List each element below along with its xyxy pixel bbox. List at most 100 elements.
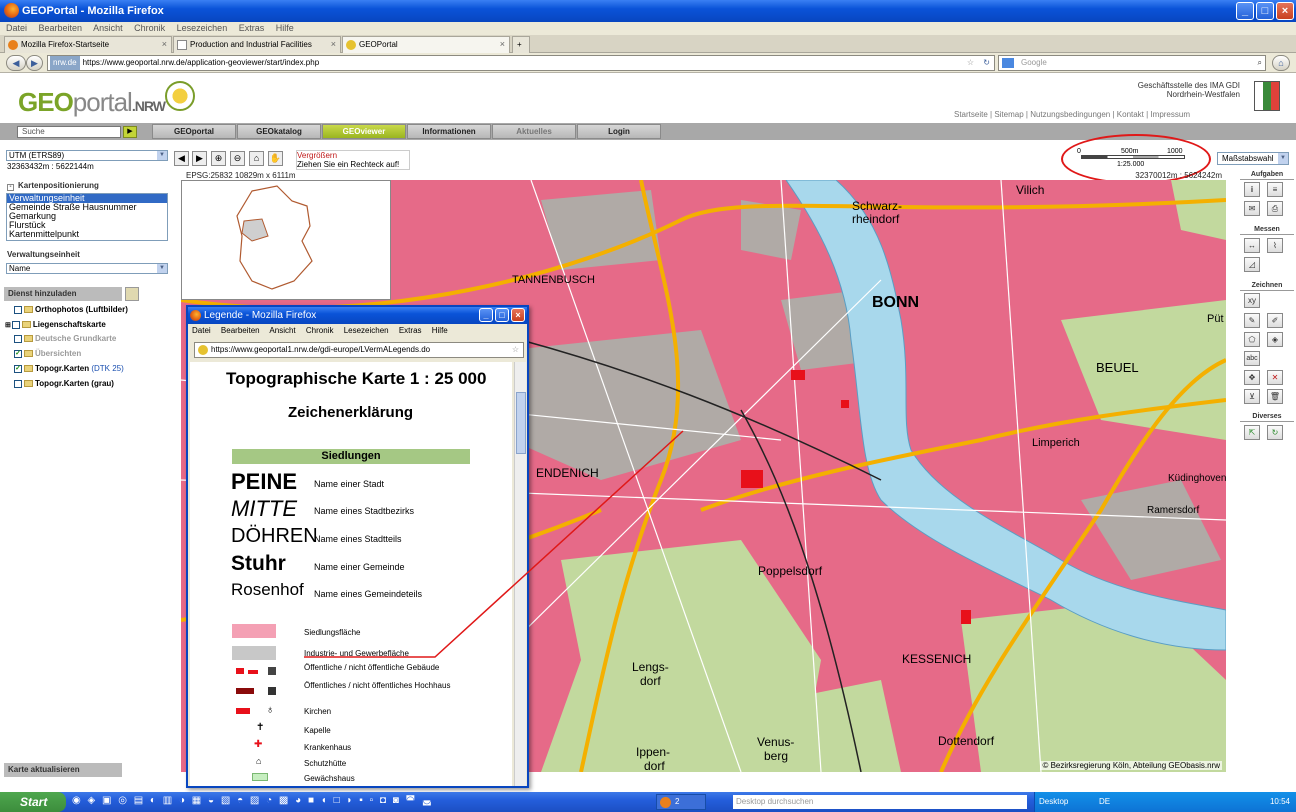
add-service-icon[interactable] <box>125 287 139 301</box>
popup-title-bar[interactable]: Legende - Mozilla Firefox _ □ × <box>188 307 527 324</box>
layer-uebersichten[interactable]: ✓ Übersichten <box>5 349 81 359</box>
tab-close-icon[interactable]: × <box>331 37 336 52</box>
menu-geoviewer[interactable]: GEOviewer <box>322 124 406 139</box>
quick-launch-icons[interactable]: ◉ ◈ ▣ ◎ ▤ ◐ ▥ ◑ ▦ ◒ ▧ ◓ ▨ ◔ ▩ ◕ ■ ◖ □ ◗ … <box>72 795 434 806</box>
layer-checkbox[interactable]: ✓ <box>14 364 22 373</box>
pan-back-icon[interactable]: ◀ <box>174 151 189 166</box>
draw-line-icon[interactable]: ✎ <box>1244 313 1260 328</box>
google-engine-icon[interactable] <box>1002 58 1014 68</box>
bookmark-star-icon[interactable]: ☆ <box>967 56 974 70</box>
maximize-button[interactable]: □ <box>1256 2 1274 20</box>
new-tab-button[interactable]: + <box>512 36 530 53</box>
list-item[interactable]: Kartenmittelpunkt <box>7 230 167 239</box>
tab-close-icon[interactable]: × <box>500 37 505 52</box>
draw-polygon-icon[interactable]: ⬠ <box>1244 332 1260 347</box>
menu-geokatalog[interactable]: GEOkatalog <box>237 124 321 139</box>
draw-coords-icon[interactable]: xy <box>1244 293 1260 308</box>
tab-geoportal[interactable]: GEOPortal × <box>342 36 510 53</box>
positioning-title[interactable]: - Kartenpositionierung <box>7 181 99 191</box>
zoom-in-icon[interactable]: ⊕ <box>211 151 226 166</box>
pan-forward-icon[interactable]: ▶ <box>192 151 207 166</box>
layer-checkbox[interactable]: ✓ <box>14 349 22 358</box>
legend-popup-window[interactable]: Legende - Mozilla Firefox _ □ × Datei Be… <box>186 305 529 788</box>
popup-scrollbar[interactable] <box>514 362 526 786</box>
pan-hand-icon[interactable]: ✋ <box>268 151 283 166</box>
menu-lesezeichen[interactable]: Lesezeichen <box>344 326 389 335</box>
layer-topogr-karten[interactable]: ✓ Topogr.Karten (DTK 25) <box>5 364 124 374</box>
language-indicator[interactable]: DE <box>1099 792 1110 812</box>
expand-icon[interactable]: ⊞ <box>5 322 11 329</box>
print-icon[interactable]: ⎙ <box>1267 201 1283 216</box>
tab-firefox-start[interactable]: Mozilla Firefox-Startseite × <box>4 36 172 53</box>
layer-orthophotos[interactable]: Orthophotos (Luftbilder) <box>5 305 128 315</box>
desktop-search-input[interactable]: Desktop durchsuchen <box>733 795 1027 809</box>
positioning-listbox[interactable]: Verwaltungseinheit Gemeinde Straße Hausn… <box>6 193 168 241</box>
draw-text-icon[interactable]: abc <box>1244 351 1260 366</box>
menu-bearbeiten[interactable]: Bearbeiten <box>39 23 83 33</box>
zoom-out-icon[interactable]: ⊖ <box>230 151 245 166</box>
taskbar-firefox-group[interactable]: 2 <box>656 794 706 810</box>
move-icon[interactable]: ✥ <box>1244 370 1260 385</box>
search-bar[interactable]: Google ⌕ <box>998 55 1266 71</box>
delete-drawing-icon[interactable]: ✕ <box>1267 370 1283 385</box>
menu-aktuelles[interactable]: Aktuelles <box>492 124 576 139</box>
popup-minimize-button[interactable]: _ <box>479 308 493 322</box>
forward-button[interactable]: ▶ <box>26 55 43 71</box>
menu-lesezeichen[interactable]: Lesezeichen <box>177 23 228 33</box>
overview-map[interactable] <box>181 180 391 300</box>
menu-chronik[interactable]: Chronik <box>306 326 334 335</box>
clock[interactable]: 10:54 <box>1270 797 1290 806</box>
reload-icon[interactable]: ↻ <box>983 56 990 70</box>
measure-path-icon[interactable]: ⌇ <box>1267 238 1283 253</box>
site-search-input[interactable]: Suche <box>17 126 121 138</box>
home-button[interactable]: ⌂ <box>1272 55 1290 71</box>
info-icon[interactable]: i <box>1244 182 1260 197</box>
window-title-bar[interactable]: GEOPortal - Mozilla Firefox _ □ × <box>0 0 1296 22</box>
layer-topogr-karten-grau[interactable]: Topogr.Karten (grau) <box>5 379 114 389</box>
minimize-button[interactable]: _ <box>1236 2 1254 20</box>
menu-datei[interactable]: Datei <box>6 23 27 33</box>
scrollbar-thumb[interactable] <box>516 392 526 454</box>
measure-area-icon[interactable]: ◿ <box>1244 257 1260 272</box>
layer-checkbox[interactable] <box>11 320 20 329</box>
popup-close-button[interactable]: × <box>511 308 525 322</box>
clear-icon[interactable]: ⊻ <box>1244 389 1260 404</box>
desktop-toolbar-label[interactable]: Desktop <box>1039 792 1068 812</box>
edit-polygon-icon[interactable]: ◈ <box>1267 332 1283 347</box>
popup-maximize-button[interactable]: □ <box>495 308 509 322</box>
layer-checkbox[interactable] <box>14 334 22 343</box>
back-button[interactable]: ◀ <box>6 55 26 71</box>
search-go-icon[interactable]: ⌕ <box>1258 56 1262 70</box>
site-search-button[interactable]: ▶ <box>123 126 137 138</box>
top-links[interactable]: Startseite | Sitemap | Nutzungsbedingung… <box>954 110 1190 119</box>
menu-hilfe[interactable]: Hilfe <box>432 326 448 335</box>
close-button[interactable]: × <box>1276 2 1294 20</box>
menu-ansicht[interactable]: Ansicht <box>269 326 295 335</box>
bookmark-star-icon[interactable]: ☆ <box>512 343 519 357</box>
menu-chronik[interactable]: Chronik <box>134 23 165 33</box>
menu-datei[interactable]: Datei <box>192 326 211 335</box>
menu-hilfe[interactable]: Hilfe <box>276 23 294 33</box>
crs-select[interactable]: UTM (ETRS89) ▼ <box>6 150 168 161</box>
site-identity[interactable]: nrw.de <box>50 56 80 70</box>
measure-distance-icon[interactable]: ↔ <box>1244 238 1260 253</box>
layer-checkbox[interactable] <box>14 305 22 314</box>
start-button[interactable]: Start <box>0 792 66 812</box>
popup-url-bar[interactable]: https://www.geoportal1.nrw.de/gdi-europe… <box>194 342 524 358</box>
add-service-bar[interactable]: Dienst hinzuladen <box>4 287 122 301</box>
layer-checkbox[interactable] <box>14 379 22 388</box>
erase-line-icon[interactable]: ✐ <box>1267 313 1283 328</box>
refresh-icon[interactable]: ↻ <box>1267 425 1283 440</box>
url-bar[interactable]: nrw.de https://www.geoportal.nrw.de/appli… <box>47 55 995 71</box>
menu-geoportal[interactable]: GEOportal <box>152 124 236 139</box>
update-map-button[interactable]: Karte aktualisieren <box>4 763 122 777</box>
layer-liegenschaftskarte[interactable]: ⊞ Liegenschaftskarte <box>5 320 106 331</box>
export-icon[interactable]: ⇱ <box>1244 425 1260 440</box>
mail-icon[interactable]: ✉ <box>1244 201 1260 216</box>
menu-informationen[interactable]: Informationen <box>407 124 491 139</box>
tab-production-facilities[interactable]: Production and Industrial Facilities × <box>173 36 341 53</box>
geoportal-logo[interactable]: GEOportal.NRW <box>18 87 166 118</box>
menu-login[interactable]: Login <box>577 124 661 139</box>
scale-select[interactable]: Maßstabswahl ▼ <box>1217 152 1289 165</box>
menu-extras[interactable]: Extras <box>399 326 422 335</box>
